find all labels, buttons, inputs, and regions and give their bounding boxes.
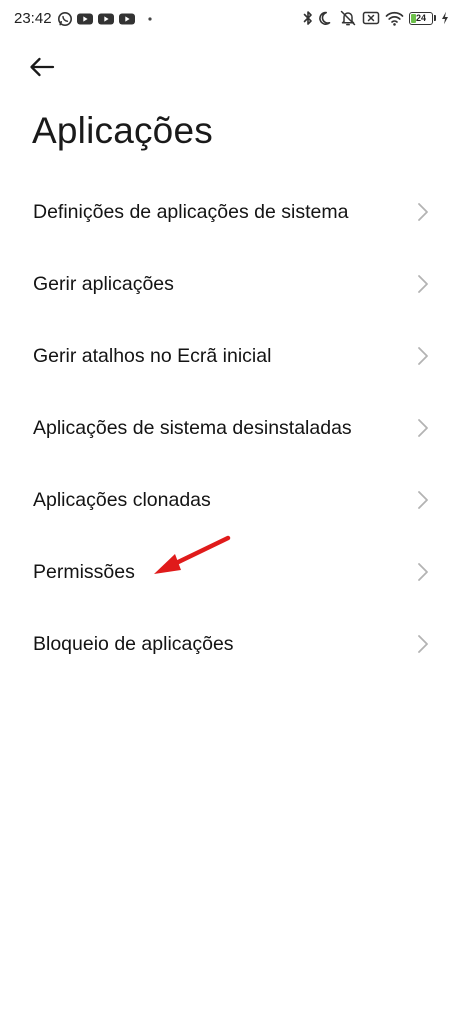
chevron-right-icon [418,635,428,653]
menu-item-label: Bloqueio de aplicações [33,632,234,655]
battery-cap [434,15,436,21]
back-button[interactable] [28,50,68,84]
status-bar: 23:42 24 [0,0,461,40]
youtube-icon [118,12,136,26]
wifi-icon [385,11,404,26]
menu-list: Definições de aplicações de sistema Geri… [0,176,461,680]
chevron-right-icon [418,491,428,509]
menu-item-uninstalled-system-apps[interactable]: Aplicações de sistema desinstaladas [0,392,461,464]
chevron-right-icon [418,419,428,437]
menu-item-label: Permissões [33,560,135,583]
youtube-icon [76,12,94,26]
menu-item-cloned-apps[interactable]: Aplicações clonadas [0,464,461,536]
menu-item-label: Aplicações clonadas [33,488,211,511]
bluetooth-icon [302,10,314,26]
menu-item-app-lock[interactable]: Bloqueio de aplicações [0,608,461,680]
arrow-left-icon [28,56,56,78]
menu-item-system-app-settings[interactable]: Definições de aplicações de sistema [0,176,461,248]
chevron-right-icon [418,563,428,581]
charging-icon [441,11,449,25]
menu-item-manage-apps[interactable]: Gerir aplicações [0,248,461,320]
menu-item-label: Aplicações de sistema desinstaladas [33,416,352,439]
chevron-right-icon [418,203,428,221]
battery-icon: 24 [409,11,436,25]
status-time: 23:42 [14,10,52,27]
youtube-icon [97,12,115,26]
chevron-right-icon [418,347,428,365]
status-right: 24 [302,10,449,26]
page-title: Aplicações [32,110,213,151]
menu-item-label: Gerir atalhos no Ecrã inicial [33,344,272,367]
menu-item-label: Gerir aplicações [33,272,174,295]
whatsapp-icon [57,11,73,27]
battery-body: 24 [409,11,433,25]
menu-item-permissions[interactable]: Permissões [0,536,461,608]
status-left: 23:42 [14,10,153,27]
dot-icon [147,16,153,22]
chevron-right-icon [418,275,428,293]
battery-level: 24 [415,13,426,23]
menu-item-home-shortcuts[interactable]: Gerir atalhos no Ecrã inicial [0,320,461,392]
moon-icon [319,11,334,26]
sim-icon [362,11,380,25]
muted-bell-icon [339,10,357,26]
menu-item-label: Definições de aplicações de sistema [33,200,349,223]
